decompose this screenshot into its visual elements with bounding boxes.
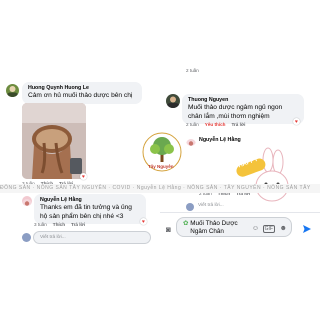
comment-time: 2 tuần <box>186 122 199 127</box>
camera-icon[interactable]: ◙ <box>166 225 171 234</box>
composer: ◙ ✿ Muối Thảo Dược Ngâm Chân ☺ GIF ☻ <box>160 212 320 240</box>
heart-icon: ♥ <box>295 118 298 125</box>
comment-time: 3 tuần <box>34 222 47 227</box>
comment-text: Muối thảo dược ngâm ngủ ngon chân lắm ,m… <box>188 104 283 120</box>
send-icon[interactable] <box>302 221 312 239</box>
comment-actions: 2 tuần <box>186 68 199 73</box>
comment-author[interactable]: Nguyễn Lệ Hằng <box>199 137 241 144</box>
brand-logo: Tây Nguyên <box>140 130 184 174</box>
right-panel: 2 tuần Thuong Nguyen Muối thảo dược ngâm… <box>160 60 320 260</box>
avatar[interactable] <box>22 196 32 206</box>
comment-text: Cảm ơn hủ muối thảo dược bên chị <box>28 92 133 99</box>
comment-bubble: Thuong Nguyen Muối thảo dược ngâm ngủ ng… <box>182 94 304 124</box>
brand-logo-text: Tây Nguyên <box>148 164 174 169</box>
page-avatar-icon <box>186 139 196 146</box>
heart-icon: ♥ <box>142 218 145 225</box>
emoji-icon[interactable]: ☺ <box>252 225 259 232</box>
comment-author[interactable]: Nguyễn Lệ Hằng <box>40 197 140 204</box>
reply-button[interactable]: Trả lời <box>231 122 245 127</box>
comment-author[interactable]: Huong Quynh Huong Le <box>28 85 136 92</box>
comment-author[interactable]: Thuong Nguyen <box>188 97 298 104</box>
profile-photo-icon <box>7 86 18 97</box>
comment-time: 2 tuần <box>186 68 199 73</box>
comment-actions: 3 tuần Thích Trả lời <box>34 222 85 227</box>
reply-placeholder: Viết trả lời... <box>40 235 66 240</box>
comment-bubble: Huong Quynh Huong Le Cảm ơn hủ muối thảo… <box>22 82 142 104</box>
herb-emoji-icon: ✿ <box>183 220 189 227</box>
sticker-icon[interactable]: ☻ <box>280 225 287 232</box>
like-reaction-icon[interactable]: ♥ <box>293 118 300 125</box>
like-button[interactable]: Thích <box>53 222 65 227</box>
page-avatar-icon <box>22 199 32 206</box>
avatar[interactable] <box>186 136 196 146</box>
comment-text: Thanks em đã tin tưởng và ủng hộ sản phẩ… <box>40 204 132 220</box>
like-reaction-icon[interactable]: ♥ <box>80 173 87 180</box>
heart-icon: ♥ <box>82 173 85 180</box>
foot-soak-photo-icon <box>22 103 86 179</box>
avatar <box>186 203 194 211</box>
comment-actions: 2 tuần Yêu thích Trả lời <box>186 122 245 127</box>
avatar[interactable] <box>166 94 180 108</box>
profile-photo-icon <box>167 96 179 108</box>
avatar <box>22 233 31 242</box>
reply-button[interactable]: Trả lời <box>71 222 85 227</box>
watermark-banner: ĐÔNG SẢN · NÔNG SẢN TÂY NGUYÊN · COVID ·… <box>0 184 320 193</box>
reply-input-hint[interactable]: Viết trả lời... <box>198 203 224 208</box>
gif-button[interactable]: GIF <box>262 225 275 233</box>
love-button[interactable]: Yêu thích <box>205 122 226 127</box>
like-reaction-icon[interactable]: ♥ <box>140 218 147 225</box>
comment-photo[interactable] <box>22 103 86 179</box>
comment-input-text: Muối Thảo Dược Ngâm Chân <box>190 220 238 235</box>
avatar[interactable] <box>6 84 19 97</box>
comment-bubble: Nguyễn Lệ Hằng Thanks em đã tin tưởng và… <box>34 194 146 224</box>
reply-input[interactable]: Viết trả lời... <box>33 231 151 244</box>
left-panel: Huong Quynh Huong Le Cảm ơn hủ muối thảo… <box>0 76 158 246</box>
comment-input[interactable]: ✿ Muối Thảo Dược Ngâm Chân ☺ GIF ☻ <box>176 217 292 237</box>
